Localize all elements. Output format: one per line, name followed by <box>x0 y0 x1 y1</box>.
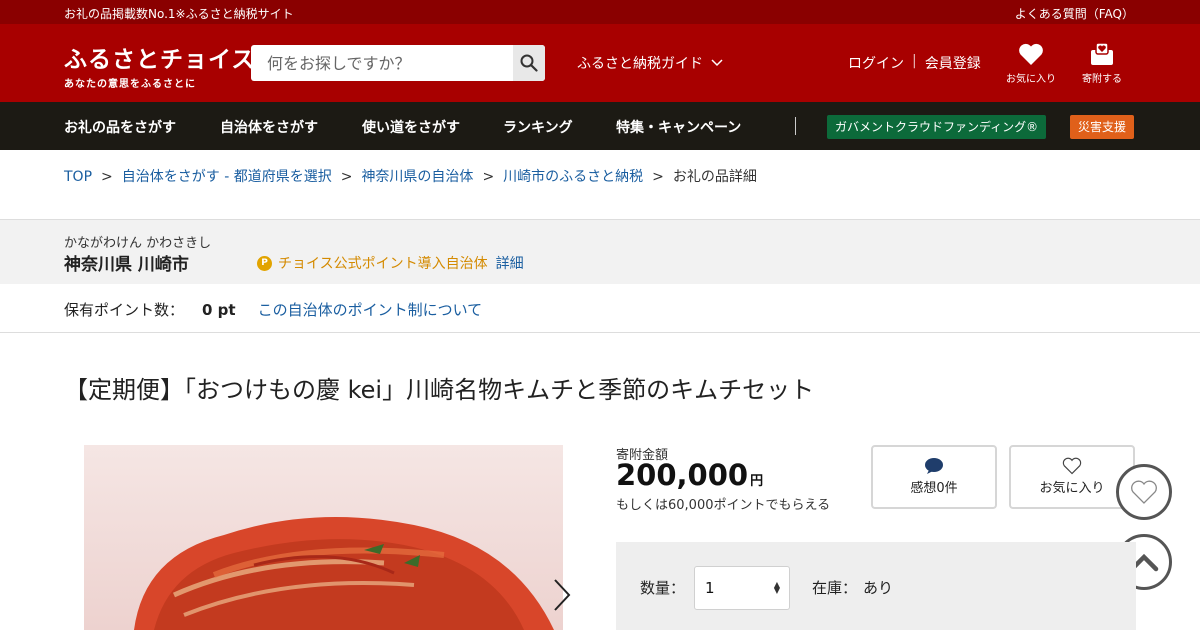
select-arrows-icon: ▲ ▼ <box>773 580 780 595</box>
breadcrumb-top[interactable]: TOP <box>64 169 92 185</box>
header-donate-button[interactable]: 寄附する <box>1072 42 1132 85</box>
price-value: 200,000 <box>616 458 749 492</box>
nav-item-campaigns[interactable]: 特集・キャンペーン <box>616 117 741 137</box>
quantity-panel: 数量： 1 ▲ ▼ 在庫： あり <box>616 542 1136 630</box>
disaster-support-button[interactable]: 災害支援 <box>1070 115 1135 139</box>
guide-label: ふるさと納税ガイド <box>577 56 703 72</box>
breadcrumb-kawasaki[interactable]: 川崎市のふるさと納税 <box>503 169 643 185</box>
quantity-label: 数量： <box>640 579 686 597</box>
breadcrumb-kanagawa[interactable]: 神奈川県の自治体 <box>361 169 473 185</box>
points-label: 保有ポイント数： <box>64 301 185 319</box>
quantity-select[interactable]: 1 ▲ ▼ <box>694 566 790 610</box>
site-tagline: お礼の品掲載数No.1※ふるさと納税サイト <box>64 7 294 21</box>
breadcrumb-sep: > <box>652 169 664 185</box>
point-detail-link[interactable]: 詳細 <box>496 253 524 273</box>
breadcrumb-current: お礼の品詳細 <box>672 169 757 185</box>
main-nav: お礼の品をさがす 自治体をさがす 使い道をさがす ランキング 特集・キャンペーン… <box>0 102 1200 150</box>
favorites-label: お気に入り <box>1006 74 1056 85</box>
point-coin-icon: P <box>257 255 272 271</box>
search-button[interactable] <box>513 45 545 81</box>
points-row: 保有ポイント数： 0 pt この自治体のポイント制について <box>64 299 482 320</box>
auth-links: ログイン | 会員登録 <box>848 53 981 73</box>
donation-price: 200,000 円 <box>616 458 763 492</box>
nav-item-ranking[interactable]: ランキング <box>503 117 573 137</box>
stock-info: 在庫： あり <box>812 577 893 598</box>
logo-sub-text: あなたの意思をふるさとに <box>64 79 196 90</box>
reviews-label: 感想0件 <box>910 481 958 496</box>
donate-box-icon <box>1091 42 1113 65</box>
breadcrumb-sep: > <box>340 169 353 185</box>
search-icon <box>520 54 538 72</box>
search-input[interactable] <box>251 45 513 81</box>
nav-divider <box>795 117 796 135</box>
donate-label: 寄附する <box>1082 74 1122 85</box>
heart-icon <box>1019 43 1043 65</box>
chevron-down-icon <box>711 59 723 67</box>
breadcrumb-prefecture-select[interactable]: 自治体をさがす - 都道府県を選択 <box>122 169 332 185</box>
image-next-arrow[interactable] <box>552 578 572 612</box>
faq-link[interactable]: よくある質問（FAQ） <box>1015 5 1134 22</box>
stock-value: あり <box>863 579 894 597</box>
favorite-label: お気に入り <box>1039 481 1105 496</box>
login-link[interactable]: ログイン <box>848 53 904 73</box>
floating-favorite-button[interactable] <box>1116 464 1172 520</box>
municipality-name: 神奈川県 川崎市 <box>64 255 189 275</box>
search-box <box>251 45 545 81</box>
guide-menu[interactable]: ふるさと納税ガイド <box>577 53 723 73</box>
points-info-link[interactable]: この自治体のポイント制について <box>258 299 483 320</box>
nav-item-uses[interactable]: 使い道をさがす <box>362 117 460 137</box>
points-alternative: もしくは60,000ポイントでもらえる <box>616 498 831 513</box>
product-image[interactable] <box>84 445 563 630</box>
heart-outline-icon <box>1062 457 1082 475</box>
auth-separator: | <box>912 53 917 69</box>
logo-main-text: ふるさとチョイス <box>64 46 256 73</box>
heart-outline-icon <box>1131 480 1157 504</box>
divider <box>0 332 1200 333</box>
site-logo[interactable]: ふるさとチョイス あなたの意思をふるさとに <box>64 40 255 90</box>
gov-funding-button[interactable]: ガバメントクラウドファンディング® <box>827 115 1047 139</box>
breadcrumb-sep: > <box>482 169 495 185</box>
product-title: 【定期便】「おつけもの慶 kei」川崎名物キムチと季節のキムチセット <box>64 376 815 404</box>
price-currency: 円 <box>750 474 764 489</box>
speech-bubble-icon <box>925 458 943 474</box>
register-link[interactable]: 会員登録 <box>925 53 981 73</box>
point-notice: P チョイス公式ポイント導入自治体 詳細 <box>257 253 524 273</box>
point-notice-text: チョイス公式ポイント導入自治体 <box>278 256 488 272</box>
reviews-button[interactable]: 感想0件 <box>871 445 997 509</box>
nav-item-gifts[interactable]: お礼の品をさがす <box>64 117 176 137</box>
municipality-kana: かながわけん かわさきし <box>64 236 212 251</box>
breadcrumb-sep: > <box>101 169 113 185</box>
quantity-value: 1 <box>705 579 715 597</box>
municipality-bar: かながわけん かわさきし 神奈川県 川崎市 P チョイス公式ポイント導入自治体 … <box>0 220 1200 284</box>
stock-label: 在庫： <box>812 579 858 597</box>
top-strip: お礼の品掲載数No.1※ふるさと納税サイト よくある質問（FAQ） <box>0 0 1200 24</box>
site-header: ふるさとチョイス あなたの意思をふるさとに ふるさと納税ガイド ログイン | 会… <box>0 24 1200 102</box>
nav-item-municipalities[interactable]: 自治体をさがす <box>220 117 318 137</box>
kimchi-photo <box>84 445 563 630</box>
header-favorites-button[interactable]: お気に入り <box>1001 42 1061 85</box>
points-value: 0 pt <box>202 301 236 319</box>
breadcrumb: TOP > 自治体をさがす - 都道府県を選択 > 神奈川県の自治体 > 川崎市のふるさと納… <box>64 166 757 186</box>
